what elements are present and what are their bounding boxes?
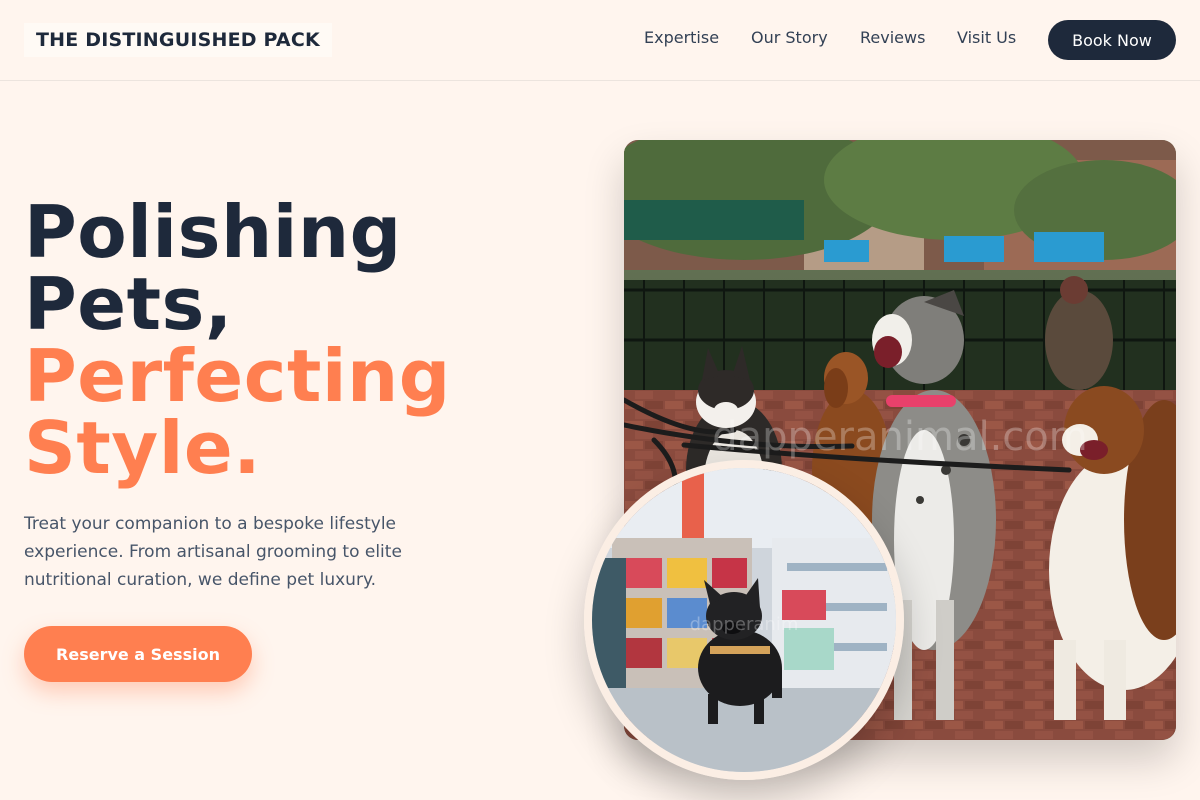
headline-line-2: Pets,: [24, 262, 233, 346]
reserve-session-button[interactable]: Reserve a Session: [24, 626, 252, 682]
hero-inset-image: dapperanim: [584, 460, 904, 780]
hero-headline: Polishing Pets, Perfecting Style.: [24, 196, 451, 484]
book-now-button[interactable]: Book Now: [1048, 20, 1176, 60]
headline-accent-line-1: Perfecting: [24, 334, 451, 418]
nav-link-reviews[interactable]: Reviews: [860, 28, 925, 47]
brand-logo[interactable]: THE DISTINGUISHED PACK: [24, 23, 332, 57]
nav-link-visit-us[interactable]: Visit Us: [957, 28, 1016, 47]
nav-link-our-story[interactable]: Our Story: [751, 28, 828, 47]
headline-accent-line-2: Style.: [24, 406, 262, 490]
headline-line-1: Polishing: [24, 190, 402, 274]
inset-image-watermark: dapperanim: [690, 614, 799, 635]
site-header: THE DISTINGUISHED PACK Expertise Our Sto…: [0, 0, 1200, 81]
hero-description: Treat your companion to a bespoke lifest…: [24, 514, 402, 590]
bulldog-in-store-illustration: dapperanim: [592, 468, 896, 772]
nav-link-expertise[interactable]: Expertise: [644, 28, 719, 47]
main-image-watermark: dapperanimal.com: [712, 414, 1087, 460]
